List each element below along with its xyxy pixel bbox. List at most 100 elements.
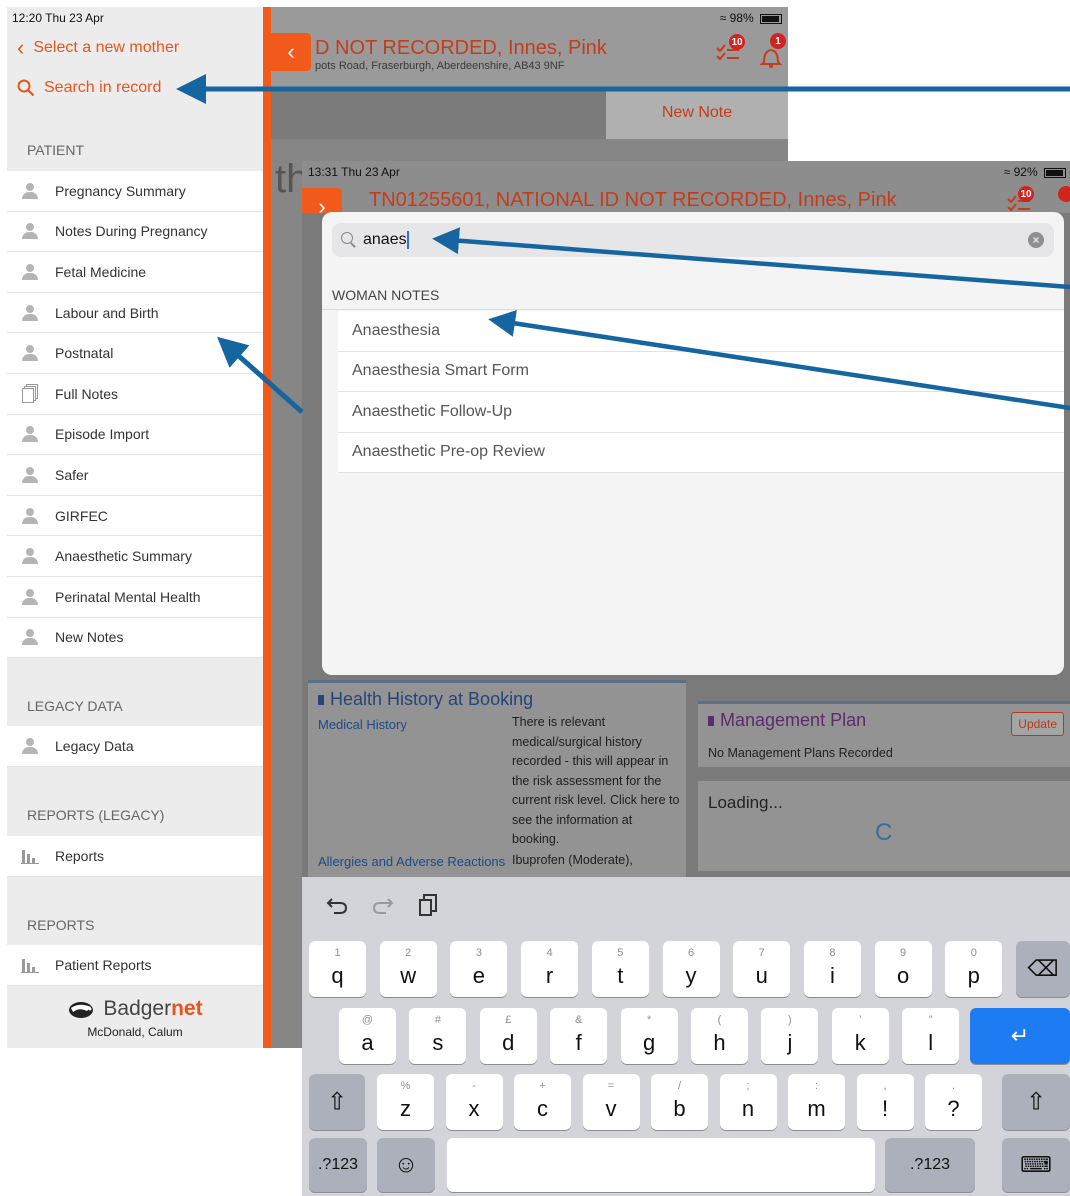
sidebar-item-patient-reports[interactable]: Patient Reports [7, 945, 263, 986]
key-w[interactable]: 2w [379, 941, 437, 997]
sidebar-item-label: Reports [55, 847, 105, 864]
health-history-title: Health History at Booking [308, 683, 686, 710]
search-icon [17, 79, 35, 97]
key-n[interactable]: ; n [719, 1074, 777, 1130]
sidebar-item-reports[interactable]: Reports [7, 836, 263, 877]
key-e[interactable]: 3e [450, 941, 508, 997]
sidebar-collapse-button[interactable]: ‹ [271, 33, 311, 71]
allergies-link[interactable]: Allergies and Adverse Reactions [318, 854, 505, 869]
key-u[interactable]: 7u [733, 941, 791, 997]
key-secondary-label: 8 [829, 947, 836, 959]
key-j[interactable]: ) j [761, 1008, 819, 1064]
sidebar-item-pregnancy-summary[interactable]: Pregnancy Summary [7, 171, 263, 212]
sidebar-item-anaesthetic-summary[interactable]: Anaesthetic Summary [7, 536, 263, 577]
person-icon [21, 588, 39, 605]
emoji-key[interactable]: ☺ [377, 1138, 435, 1192]
sidebar-footer: Badgernet McDonald, Calum [7, 987, 263, 1048]
task-badge: 10 [729, 34, 745, 50]
sidebar-item-label: Pregnancy Summary [55, 182, 186, 199]
badger-icon [69, 1002, 94, 1018]
key-h[interactable]: (h [691, 1008, 748, 1064]
undo-icon[interactable] [326, 895, 348, 915]
key-d[interactable]: £ d [479, 1008, 537, 1064]
key-p[interactable]: 0p [945, 941, 1003, 997]
search-result-anaesthesia-smart-form[interactable]: Anaesthesia Smart Form [338, 352, 1064, 392]
search-result-anaesthesia[interactable]: Anaesthesia [338, 311, 1064, 352]
medical-history-link[interactable]: Medical History [318, 717, 407, 732]
paste-icon[interactable] [418, 893, 440, 917]
sidebar-item-safer[interactable]: Safer [7, 455, 263, 496]
sidebar-item-notes-during-pregnancy[interactable]: Notes During Pregnancy [7, 212, 263, 253]
key-label: o [896, 963, 910, 988]
key-z[interactable]: % z [377, 1074, 434, 1130]
key-q[interactable]: 1q [309, 941, 366, 997]
person-icon [21, 737, 39, 754]
bar-chart-icon [21, 957, 39, 973]
spinner-icon: C [875, 819, 893, 846]
medical-history-text[interactable]: There is relevant medical/surgical histo… [512, 713, 682, 850]
key-label: ! [881, 1096, 889, 1121]
redo-icon[interactable] [372, 895, 394, 915]
space-key[interactable] [447, 1138, 875, 1192]
key-m[interactable]: :m [788, 1074, 845, 1130]
brand-plain: Badger [103, 997, 172, 1020]
key-i[interactable]: 8i [803, 941, 861, 997]
key-b[interactable]: / b [651, 1074, 708, 1130]
key-[interactable]: .? [925, 1074, 982, 1130]
sidebar-item-labour-and-birth[interactable]: Labour and Birth [7, 293, 263, 334]
key-secondary-label: / [677, 1080, 682, 1092]
key-[interactable]: ,! [856, 1074, 914, 1130]
key-f[interactable]: & f [550, 1008, 608, 1064]
text-caret [406, 231, 409, 249]
sidebar-item-new-notes[interactable]: New Notes [7, 618, 263, 659]
key-secondary-label: 3 [475, 947, 482, 959]
key-t[interactable]: 5t [591, 941, 649, 997]
key-label: r [545, 963, 554, 988]
return-key[interactable]: ↵ [970, 1008, 1070, 1064]
numbers-key-right[interactable]: .?123 [885, 1138, 975, 1192]
search-result-anaesthetic-follow-up[interactable]: Anaesthetic Follow-Up [338, 392, 1064, 433]
key-label: l [928, 1030, 934, 1055]
key-l[interactable]: " l [902, 1008, 960, 1064]
sidebar-item-postnatal[interactable]: Postnatal [7, 333, 263, 374]
key-v[interactable]: = v [582, 1074, 640, 1130]
key-secondary-label: % [400, 1080, 411, 1092]
sidebar-item-episode-import[interactable]: Episode Import [7, 415, 263, 456]
key-y[interactable]: 6y [662, 941, 720, 997]
front-screenshot: 13:31 Thu 23 Apr ≈ 92% TN01255601, NATIO… [302, 161, 1070, 1196]
person-icon [21, 223, 39, 240]
update-button[interactable]: Update [1011, 712, 1064, 736]
new-note-button[interactable]: New Note [606, 87, 788, 139]
shift-key-right[interactable]: ⇧ [1002, 1074, 1070, 1130]
key-s[interactable]: # s [409, 1008, 467, 1064]
key-a[interactable]: @ a [339, 1008, 396, 1064]
sidebar-item-legacy-data[interactable]: Legacy Data [7, 726, 263, 767]
sidebar-item-girfec[interactable]: GIRFEC [7, 496, 263, 537]
key-c[interactable]: + c [514, 1074, 571, 1130]
search-input[interactable]: anaes [363, 231, 409, 249]
keyboard-dismiss-icon: ⌨ [1020, 1152, 1052, 1177]
select-new-mother-link[interactable]: ‹ Select a new mother [17, 37, 179, 59]
key-g[interactable]: * g [620, 1008, 678, 1064]
allergies-text: Ibuprofen (Moderate), [512, 853, 633, 867]
backspace-key[interactable]: ⌫ [1016, 941, 1070, 997]
key-label: n [741, 1096, 755, 1121]
key-x[interactable]: -x [445, 1074, 503, 1130]
numbers-key-left[interactable]: .?123 [309, 1138, 367, 1192]
wifi-icon: ≈ [719, 11, 727, 25]
search-bar[interactable]: anaes × [332, 223, 1054, 257]
key-k[interactable]: ' k [831, 1008, 889, 1064]
key-o[interactable]: 9o [874, 941, 932, 997]
search-result-anaesthetic-pre-op-review[interactable]: Anaesthetic Pre-op Review [338, 433, 1064, 473]
key-label: d [502, 1030, 515, 1055]
sidebar-item-label: Full Notes [55, 385, 119, 402]
sidebar-item-fetal-medicine[interactable]: Fetal Medicine [7, 252, 263, 293]
dismiss-keyboard-key[interactable]: ⌨ [1002, 1138, 1070, 1192]
bar-chart-icon [21, 848, 39, 864]
clear-search-icon[interactable]: × [1028, 232, 1044, 248]
key-r[interactable]: 4r [521, 941, 579, 997]
shift-key-left[interactable]: ⇧ [309, 1074, 365, 1130]
sidebar-item-perinatal-mental-health[interactable]: Perinatal Mental Health [7, 577, 263, 618]
sidebar-item-full-notes[interactable]: Full Notes [7, 374, 263, 415]
search-in-record-link[interactable]: Search in record [17, 79, 161, 97]
